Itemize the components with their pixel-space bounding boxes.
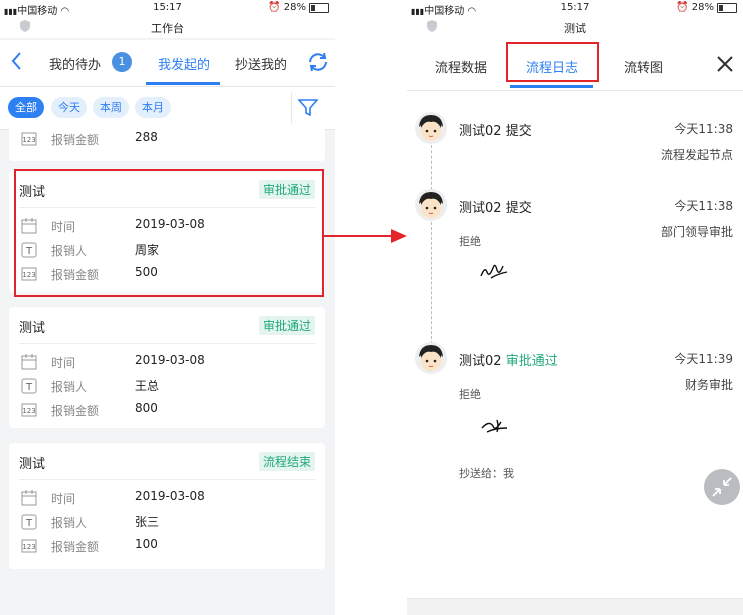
tab-initiated-by-me[interactable]: 我发起的 (158, 54, 210, 73)
highlight-box (14, 169, 324, 297)
battery-icon (309, 2, 329, 13)
log-entry-name: 测试02 审批通过 (459, 354, 558, 369)
log-entry-time: 今天11:38 (674, 199, 733, 213)
shield-icon (20, 20, 30, 32)
text-field-icon: T (21, 514, 37, 530)
alarm-icon: ⏰ (268, 2, 281, 13)
log-entry-time: 今天11:39 (674, 352, 733, 366)
date-field-icon (21, 354, 37, 370)
svg-text:123: 123 (22, 407, 35, 415)
filter-all[interactable]: 全部 (8, 97, 44, 118)
todo-count-badge: 1 (112, 52, 132, 72)
title-bar: 工作台 (0, 16, 335, 38)
log-entry-name: 测试02 提交 (459, 124, 532, 139)
list-item[interactable]: 测试 审批通过 时间 2019-03-08 T 报销人 王总 123 报销金额 … (9, 307, 325, 428)
refresh-icon[interactable] (306, 51, 330, 73)
tab-process-data[interactable]: 流程数据 (435, 57, 487, 76)
close-icon[interactable] (716, 55, 734, 73)
log-entry-time: 今天11:38 (674, 122, 733, 136)
tab-flow-chart[interactable]: 流转图 (624, 57, 663, 76)
filter-funnel-icon[interactable] (298, 99, 318, 117)
alarm-icon: ⏰ (676, 2, 689, 13)
card-title: 测试 (19, 457, 46, 472)
status-bar: ▮▮▮中国移动 ◠ 15:17 ⏰ 28% (0, 0, 335, 17)
svg-text:T: T (25, 382, 33, 393)
filter-this-week[interactable]: 本周 (93, 97, 129, 118)
arrow-right-icon (323, 229, 407, 243)
log-entry-name: 测试02 提交 (459, 201, 532, 216)
text-field-icon: T (21, 378, 37, 394)
tab-my-todo[interactable]: 我的待办 (49, 54, 101, 73)
card-title: 测试 (19, 321, 46, 336)
battery-status: ⏰ 28% (268, 2, 329, 13)
page-title: 工作台 (151, 22, 184, 35)
right-phone-screen: ▮▮▮中国移动 ◠ 15:17 ⏰ 28% 测试 流程数据 流程日志 流转图 测试… (407, 0, 743, 615)
log-entry-node: 流程发起节点 (660, 148, 733, 162)
timeline-connector (431, 145, 432, 190)
number-field-icon: 123 (21, 132, 37, 146)
status-badge: 审批通过 (258, 316, 315, 335)
collapse-button[interactable] (704, 469, 740, 505)
left-phone-screen: ▮▮▮中国移动 ◠ 15:17 ⏰ 28% 工作台 我的待办 1 我发起的 抄送我… (0, 0, 335, 615)
tab-bar: 流程数据 流程日志 流转图 (407, 40, 743, 91)
collapse-icon (712, 477, 732, 497)
cc-recipient: 抄送给：我 (459, 467, 514, 480)
svg-text:123: 123 (22, 543, 35, 551)
tab-bar: 我的待办 1 我发起的 抄送我的 (0, 40, 335, 87)
filter-this-month[interactable]: 本月 (135, 97, 171, 118)
battery-status: ⏰ 28% (676, 2, 737, 13)
signature-image (480, 264, 508, 279)
signature-image (481, 419, 508, 433)
log-entry-result: 拒绝 (459, 388, 481, 401)
shield-icon (427, 20, 437, 32)
timeline-connector (431, 222, 432, 344)
active-tab-underline (146, 82, 220, 85)
avatar (415, 189, 447, 221)
svg-text:T: T (25, 518, 33, 529)
log-entry-result: 拒绝 (459, 235, 481, 248)
title-bar: 测试 (407, 16, 743, 38)
list-item[interactable]: 测试 流程结束 时间 2019-03-08 T 报销人 张三 123 报销金额 … (9, 443, 325, 569)
date-field-icon (21, 490, 37, 506)
highlight-box (506, 42, 599, 82)
log-entry-node: 财务审批 (684, 378, 733, 392)
filter-bar: 全部 今天 本周 本月 (0, 87, 335, 130)
back-arrow-icon[interactable] (8, 50, 26, 72)
log-entry-node: 部门领导审批 (660, 225, 733, 239)
status-bar: ▮▮▮中国移动 ◠ 15:17 ⏰ 28% (407, 0, 743, 17)
avatar (415, 112, 447, 144)
status-badge: 流程结束 (258, 452, 315, 471)
tab-cc-to-me[interactable]: 抄送我的 (235, 54, 287, 73)
list-item[interactable]: 123 报销金额 288 (9, 129, 325, 161)
active-tab-underline (510, 85, 593, 88)
number-field-icon: 123 (21, 539, 37, 553)
filter-today[interactable]: 今天 (51, 97, 87, 118)
page-title: 测试 (564, 22, 586, 35)
svg-text:123: 123 (22, 136, 35, 144)
avatar (415, 342, 447, 374)
battery-icon (717, 2, 737, 13)
number-field-icon: 123 (21, 403, 37, 417)
